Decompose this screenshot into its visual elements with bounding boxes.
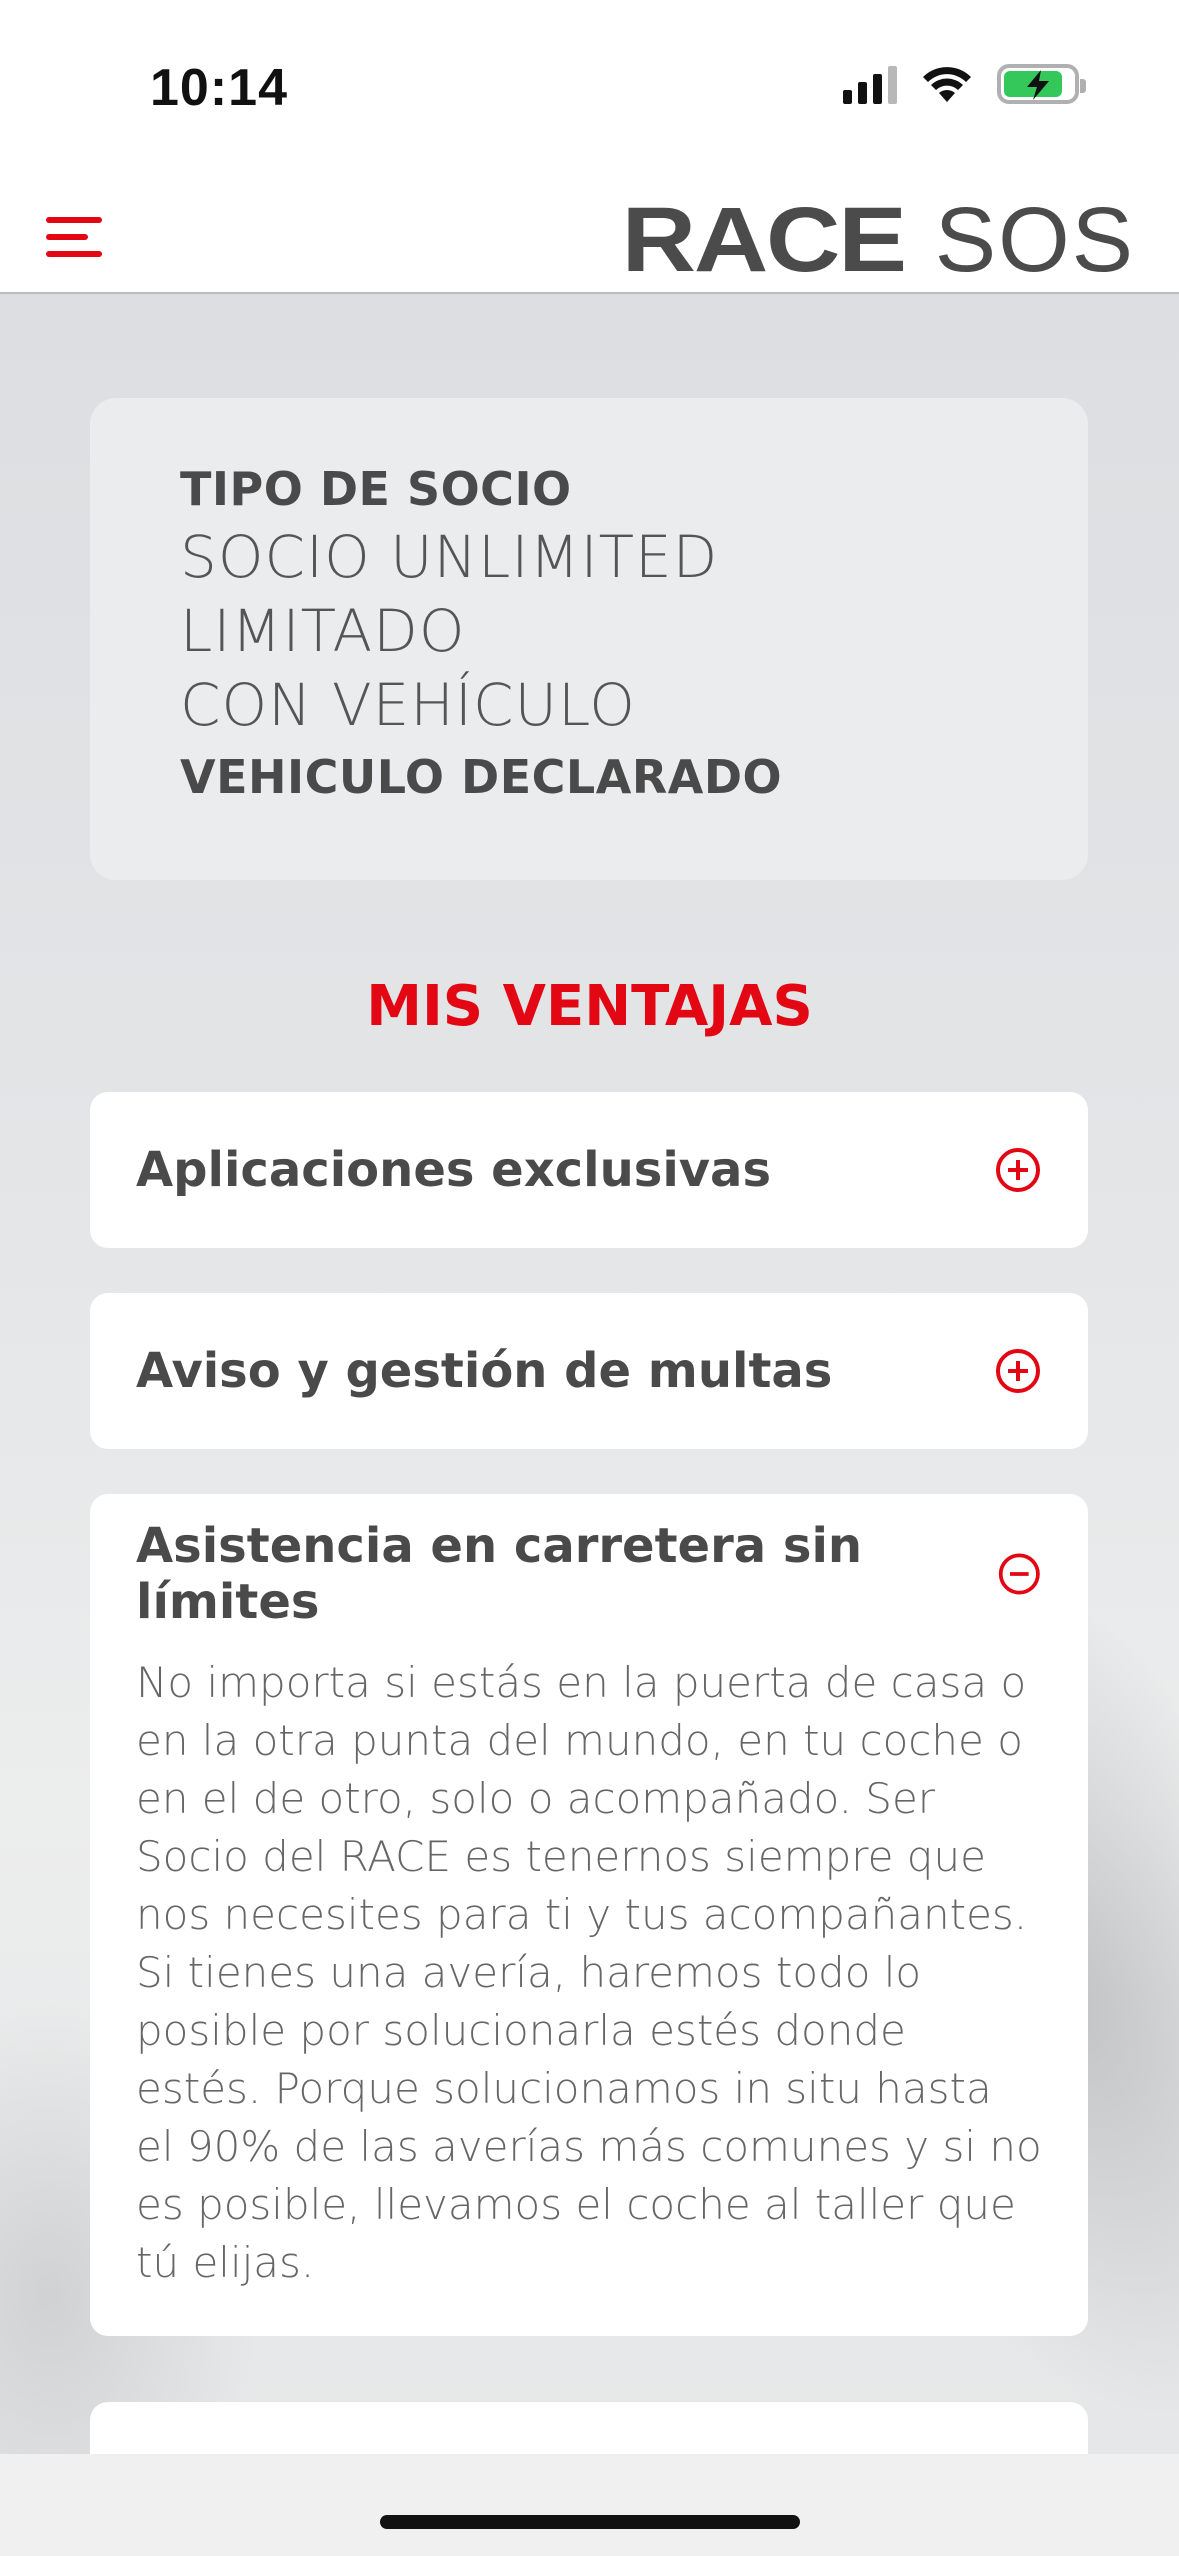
hamburger-menu-icon[interactable]: [46, 217, 102, 257]
status-bar: 10:14: [0, 0, 1179, 170]
logo-sos-text: SOS: [934, 189, 1135, 291]
home-indicator-area: [0, 2454, 1179, 2556]
app-header: RACE SOS: [0, 170, 1179, 294]
advantage-item: Aplicaciones exclusivas: [90, 1092, 1088, 1248]
expand-plus-icon[interactable]: [994, 1347, 1042, 1395]
member-type-card: TIPO DE SOCIO SOCIO UNLIMITED LIMITADO C…: [90, 398, 1088, 880]
member-type-value: SOCIO UNLIMITED LIMITADO CON VEHÍCULO: [180, 523, 719, 739]
battery-icon: [997, 64, 1086, 104]
advantage-item[interactable]: [90, 2402, 1088, 2454]
advantage-header-multas[interactable]: Aviso y gestión de multas: [90, 1293, 1088, 1449]
vehicle-status: VEHICULO DECLARADO: [180, 750, 783, 804]
cellular-signal-icon: [843, 64, 897, 104]
advantage-item-expanded: Asistencia en carretera sin límites No i…: [90, 1494, 1088, 2336]
main-content: TIPO DE SOCIO SOCIO UNLIMITED LIMITADO C…: [0, 294, 1179, 2454]
advantage-title: Aviso y gestión de multas: [136, 1343, 833, 1399]
wifi-icon: [923, 67, 971, 102]
race-sos-logo: RACE SOS: [622, 188, 1135, 293]
advantage-item: Aviso y gestión de multas: [90, 1293, 1088, 1449]
home-indicator[interactable]: [380, 2515, 800, 2529]
status-icons: [843, 64, 1086, 104]
advantage-description: No importa si estás en la puerta de casa…: [136, 1658, 1042, 2287]
expand-plus-icon[interactable]: [994, 1146, 1042, 1194]
advantage-header-asistencia[interactable]: Asistencia en carretera sin límites: [90, 1494, 1088, 1654]
advantage-header-aplicaciones[interactable]: Aplicaciones exclusivas: [90, 1092, 1088, 1248]
advantages-title: MIS VENTAJAS: [366, 974, 813, 1039]
advantage-title: Asistencia en carretera sin límites: [136, 1518, 863, 1630]
advantage-title: Aplicaciones exclusivas: [136, 1142, 772, 1198]
logo-race-text: RACE: [621, 189, 907, 291]
status-time: 10:14: [150, 59, 288, 117]
collapse-minus-icon[interactable]: [997, 1550, 1042, 1598]
member-type-label: TIPO DE SOCIO: [180, 462, 572, 516]
